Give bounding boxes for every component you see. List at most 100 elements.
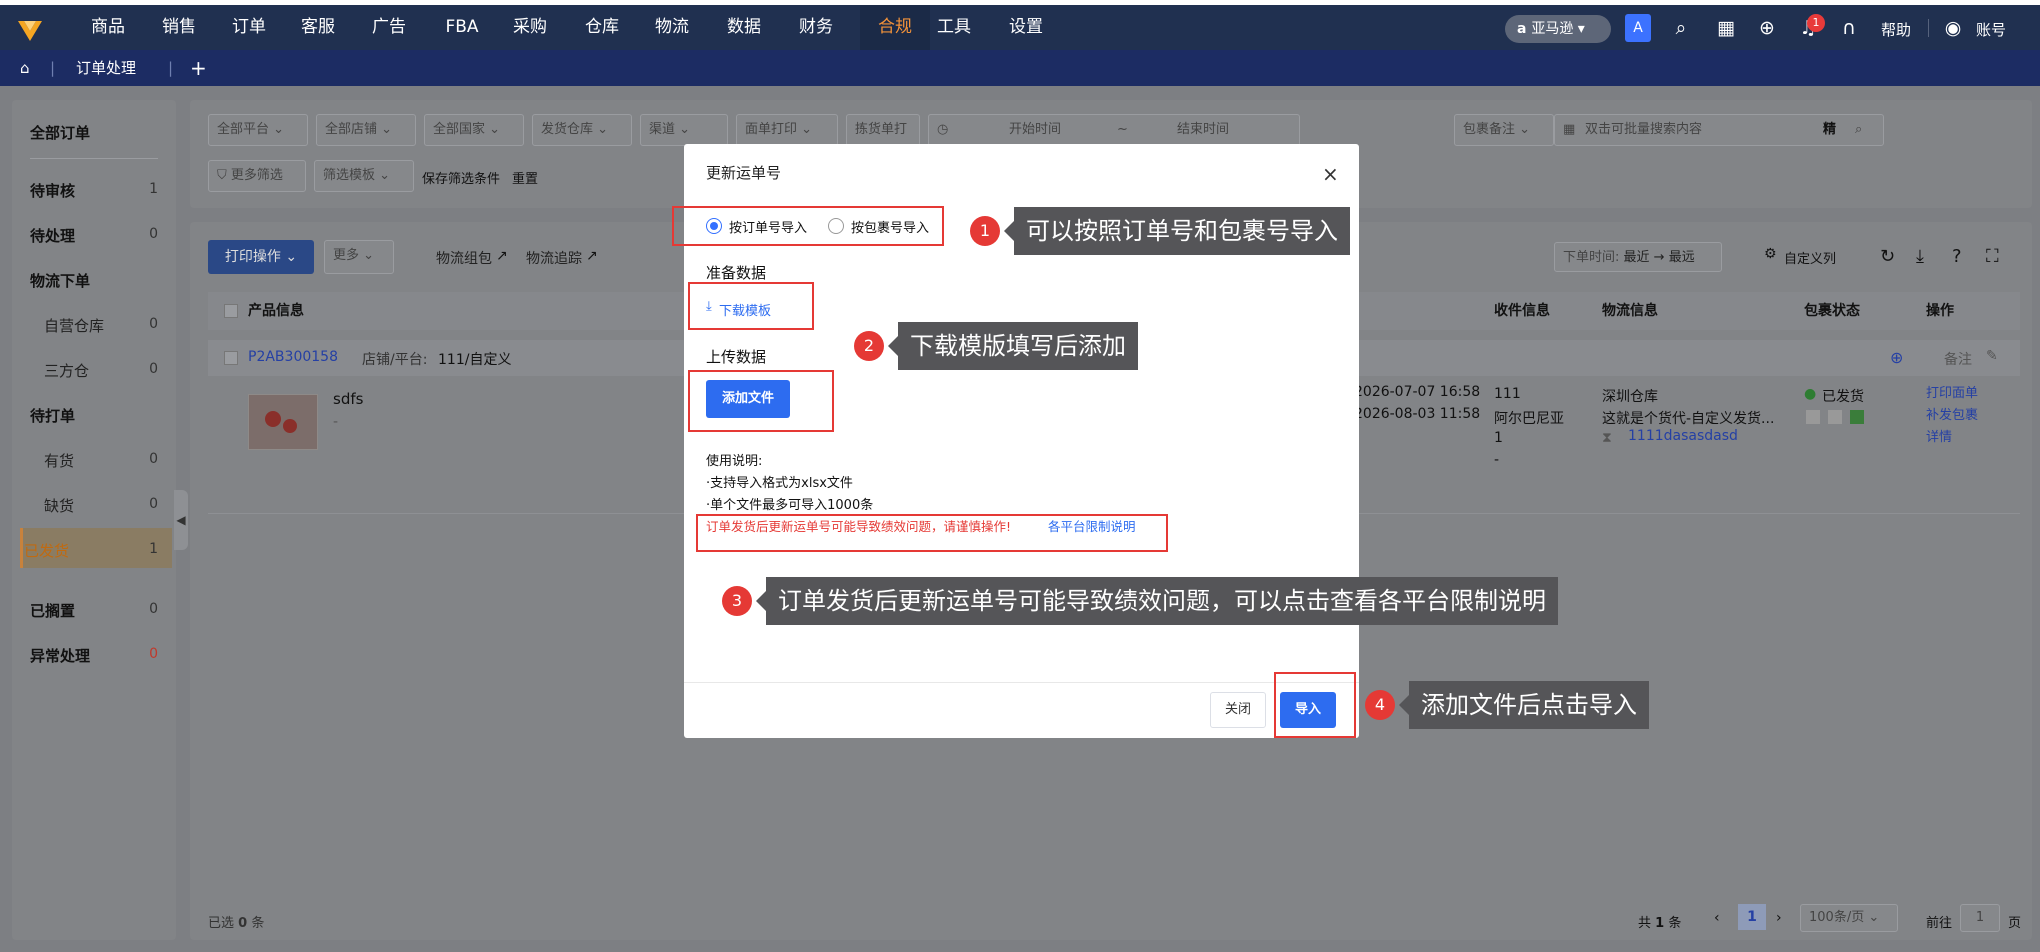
help-icon[interactable]: ? xyxy=(1952,246,1962,267)
nav-item[interactable]: 客服 xyxy=(294,5,342,50)
radio-order-number-label[interactable]: 按订单号导入 xyxy=(729,217,807,236)
filter-select[interactable]: 发货仓库 ⌄ xyxy=(532,114,632,146)
start-date-input[interactable]: 开始时间 xyxy=(1009,115,1061,145)
more-button[interactable]: 更多 ⌄ xyxy=(324,240,394,274)
save-filter-link[interactable]: 保存筛选条件 xyxy=(422,168,500,187)
add-file-button[interactable]: 添加文件 xyxy=(706,380,790,418)
search-icon[interactable]: ⌕ xyxy=(1668,14,1694,42)
reship-link[interactable]: 补发包裹 xyxy=(1926,404,1978,423)
add-tab-button[interactable]: + xyxy=(190,50,207,86)
platform-limits-link[interactable]: 各平台限制说明 xyxy=(1048,516,1136,535)
tab-order-processing[interactable]: 订单处理 xyxy=(76,50,136,86)
sidebar-item-label[interactable]: 已搁置 xyxy=(30,600,75,621)
sidebar-item-label[interactable]: 缺货 xyxy=(44,495,74,516)
page-size-select[interactable]: 100条/页 ⌄ xyxy=(1800,904,1898,932)
nav-item[interactable]: FBA xyxy=(436,5,488,50)
filter-select[interactable]: 全部平台 ⌄ xyxy=(208,114,308,146)
sidebar-item-label[interactable]: 物流下单 xyxy=(30,270,90,291)
goto-page-input[interactable]: 1 xyxy=(1960,904,2000,932)
nav-item[interactable]: 广告 xyxy=(365,5,413,50)
radio-order-number[interactable] xyxy=(706,218,722,234)
nav-item[interactable]: 物流 xyxy=(648,5,696,50)
page-number[interactable]: 1 xyxy=(1738,904,1766,930)
download-icon[interactable]: ⤓ xyxy=(706,299,712,314)
filter-select[interactable]: 面单打印 ⌄ xyxy=(736,114,838,146)
date-range-picker[interactable]: ◷ 开始时间 ~ 结束时间 xyxy=(928,114,1300,146)
sidebar-item-label[interactable]: 待审核 xyxy=(30,180,75,201)
sidebar-item-label[interactable]: 自营仓库 xyxy=(44,315,104,336)
reset-link[interactable]: 重置 xyxy=(512,168,538,187)
nav-item[interactable]: 订单 xyxy=(225,5,273,50)
home-icon[interactable]: ⌂ xyxy=(20,50,30,86)
remark-link[interactable]: 备注 xyxy=(1944,349,1972,369)
nav-item[interactable]: 采购 xyxy=(506,5,554,50)
nav-item[interactable]: 数据 xyxy=(720,5,768,50)
sidebar-item-all[interactable]: 全部订单 xyxy=(30,122,90,143)
help-link[interactable]: 帮助 xyxy=(1881,5,1911,55)
radio-package-number[interactable] xyxy=(828,218,844,234)
amazon-icon: a xyxy=(1517,21,1532,37)
filter-select[interactable]: 渠道 ⌄ xyxy=(640,114,728,146)
ai-icon[interactable]: A xyxy=(1625,14,1651,42)
page-size-label: 100条/页 xyxy=(1809,910,1865,925)
sidebar-item-label[interactable]: 异常处理 xyxy=(30,645,90,666)
filter-select[interactable]: 全部国家 ⌄ xyxy=(424,114,524,146)
nav-item[interactable]: 设置 xyxy=(1002,5,1050,50)
exact-match-toggle[interactable]: 精 xyxy=(1823,115,1836,145)
search-icon[interactable]: ⌕ xyxy=(1855,115,1862,145)
end-date-input[interactable]: 结束时间 xyxy=(1177,115,1229,145)
sidebar-item-label[interactable]: 待处理 xyxy=(30,225,75,246)
account-menu[interactable]: 账号 xyxy=(1976,5,2006,55)
nav-item[interactable]: 财务 xyxy=(792,5,840,50)
sidebar-item-label[interactable]: 已发货 xyxy=(24,540,69,561)
tracking-number-link[interactable]: 1111dasasdasd xyxy=(1628,428,1738,444)
chevron-down-icon: ⌄ xyxy=(269,122,285,137)
download-template-link[interactable]: 下载模板 xyxy=(719,300,771,319)
search-input[interactable]: ▦ 双击可批量搜索内容 精 ⌕ xyxy=(1554,114,1884,146)
product-image[interactable] xyxy=(248,394,318,450)
filter-select[interactable]: 拣货单打印 ⌄ xyxy=(846,114,920,167)
download-icon[interactable]: ⊕ xyxy=(1754,14,1780,42)
headset-icon[interactable]: ∩ xyxy=(1836,14,1862,42)
more-filters-button[interactable]: ⛉ 更多筛选 xyxy=(208,160,306,192)
edit-icon[interactable]: ✎ xyxy=(1986,348,1998,364)
prev-page-icon[interactable]: ‹ xyxy=(1714,910,1720,926)
add-icon[interactable]: ⊕ xyxy=(1890,348,1903,367)
platform-select[interactable]: a 亚马逊 ▾ xyxy=(1505,15,1611,43)
close-button[interactable]: 关闭 xyxy=(1210,692,1266,728)
refresh-icon[interactable]: ↻ xyxy=(1880,246,1895,267)
filter-template-select[interactable]: 筛选模板 ⌄ xyxy=(314,160,414,192)
filter-select[interactable]: 全部店铺 ⌄ xyxy=(316,114,416,146)
next-page-icon[interactable]: › xyxy=(1776,910,1782,926)
nav-item[interactable]: 工具 xyxy=(930,5,978,50)
more-label: 更多 xyxy=(333,248,360,263)
logistics-group-link[interactable]: 物流组包 xyxy=(436,248,492,268)
import-button[interactable]: 导入 xyxy=(1280,692,1336,728)
collapse-sidebar-toggle[interactable]: ◀ xyxy=(174,490,188,550)
user-icon[interactable]: ◉ xyxy=(1940,14,1966,42)
remark-select[interactable]: 包裹备注 ⌄ xyxy=(1454,114,1554,146)
details-link[interactable]: 详情 xyxy=(1926,426,1952,445)
print-label-link[interactable]: 打印面单 xyxy=(1926,382,1978,401)
sidebar-item-label[interactable]: 三方仓 xyxy=(44,360,89,381)
sort-order-select[interactable]: 下单时间: 最近 → 最远 xyxy=(1554,242,1722,272)
fullscreen-icon[interactable]: ⛶ xyxy=(1986,246,1999,267)
radio-package-number-label[interactable]: 按包裹号导入 xyxy=(851,217,929,236)
nav-item[interactable]: 合规 xyxy=(860,5,930,50)
nav-item[interactable]: 商品 xyxy=(84,5,132,50)
print-actions-button[interactable]: 打印操作 ⌄ xyxy=(208,240,314,274)
select-all-checkbox[interactable] xyxy=(224,304,238,318)
row-checkbox[interactable] xyxy=(224,351,238,365)
custom-columns-link[interactable]: 自定义列 xyxy=(1784,248,1836,267)
order-number-link[interactable]: P2AB300158 xyxy=(248,349,338,365)
nav-item[interactable]: 销售 xyxy=(155,5,203,50)
export-icon[interactable]: ⤓ xyxy=(1916,246,1924,267)
close-icon[interactable]: × xyxy=(1322,162,1339,186)
sidebar-item-label[interactable]: 有货 xyxy=(44,450,74,471)
sidebar-item-label[interactable]: 待打单 xyxy=(30,405,75,426)
nav-item[interactable]: 仓库 xyxy=(578,5,626,50)
sort-label: 下单时间: xyxy=(1563,250,1620,265)
logistics-track-link[interactable]: 物流追踪 xyxy=(526,248,582,268)
grid-icon[interactable]: ▦ xyxy=(1713,14,1739,42)
logo-icon[interactable] xyxy=(16,17,44,45)
